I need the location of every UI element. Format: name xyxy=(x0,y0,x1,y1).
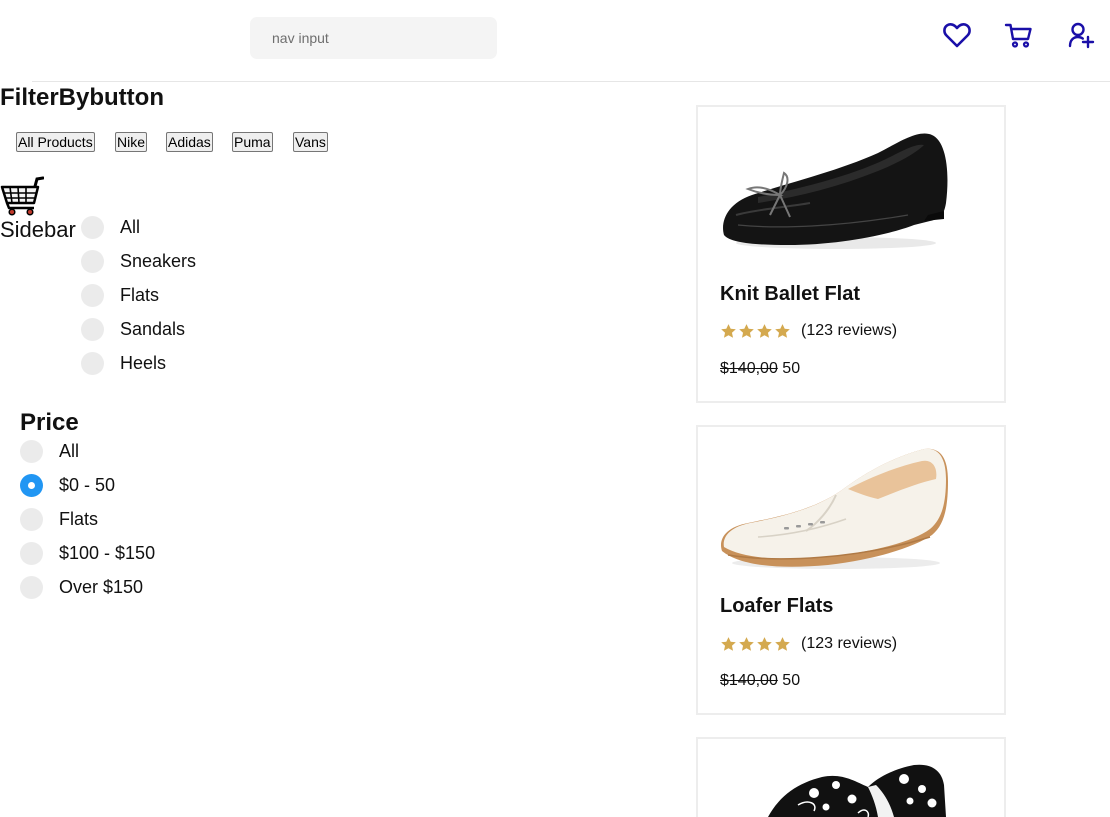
product-card[interactable] xyxy=(696,737,1006,817)
radio-button[interactable] xyxy=(20,542,43,565)
heart-icon[interactable] xyxy=(942,20,972,50)
product-title[interactable]: Knit Ballet Flat xyxy=(720,283,860,306)
price-title: Price xyxy=(20,409,79,436)
filter-by-button-title: FilterBybutton xyxy=(0,84,164,111)
product-reviews: (123 reviews) xyxy=(801,635,898,652)
brand-button-puma[interactable]: Puma xyxy=(232,132,273,152)
radio-button[interactable] xyxy=(81,318,104,341)
product-card[interactable]: Knit Ballet Flat (123 reviews) $140,00 5… xyxy=(696,105,1006,403)
radio-button[interactable] xyxy=(20,440,43,463)
star-icon xyxy=(721,324,736,338)
star-icon xyxy=(775,637,790,651)
product-title[interactable]: Loafer Flats xyxy=(720,595,833,618)
star-icon xyxy=(721,637,736,651)
radio-button[interactable] xyxy=(81,216,104,239)
nav-divider xyxy=(32,81,1110,82)
brand-button-nike[interactable]: Nike xyxy=(115,132,148,152)
radio-label: $100 - $150 xyxy=(59,543,156,563)
product-reviews: (123 reviews) xyxy=(801,322,898,339)
sidebar-label: Sidebar xyxy=(0,217,76,242)
product-price: $140,00 50 xyxy=(720,672,800,690)
cart-icon[interactable] xyxy=(1004,20,1034,50)
star-icon xyxy=(757,324,772,338)
product-old-price: $140,00 xyxy=(720,360,778,377)
product-old-price: $140,00 xyxy=(720,672,778,689)
product-image-black-ballet-flat xyxy=(718,123,950,263)
radio-label: Heels xyxy=(120,353,167,373)
radio-button[interactable] xyxy=(20,576,43,599)
top-nav xyxy=(0,0,1110,82)
radio-button[interactable] xyxy=(20,508,43,531)
brand-button-adidas[interactable]: Adidas xyxy=(166,132,213,152)
radio-label: $0 - 50 xyxy=(59,475,116,495)
radio-label: Sneakers xyxy=(120,251,197,271)
brand-button-all-products[interactable]: All Products xyxy=(16,132,95,152)
product-price: $140,00 50 xyxy=(720,360,800,378)
product-image-white-loafer-flat xyxy=(718,439,950,579)
radio-label: Flats xyxy=(59,509,99,529)
radio-label: All xyxy=(59,441,80,461)
nav-search-input[interactable] xyxy=(250,17,497,59)
product-new-price: 50 xyxy=(782,672,801,689)
user-add-icon[interactable] xyxy=(1066,20,1096,50)
product-rating xyxy=(720,323,791,341)
radio-button[interactable] xyxy=(81,352,104,375)
radio-button[interactable] xyxy=(81,284,104,307)
radio-button[interactable] xyxy=(81,250,104,273)
star-icon xyxy=(775,324,790,338)
product-image-skull-print-slip-on xyxy=(718,755,950,817)
shopping-cart-icon xyxy=(0,176,45,216)
radio-button-checked[interactable] xyxy=(20,474,43,497)
radio-label: Over $150 xyxy=(59,577,144,597)
product-card[interactable]: Loafer Flats (123 reviews) $140,00 50 xyxy=(696,425,1006,715)
radio-label: Flats xyxy=(120,285,160,305)
product-new-price: 50 xyxy=(782,360,801,377)
radio-label: All xyxy=(120,217,141,237)
star-icon xyxy=(739,637,754,651)
star-icon xyxy=(739,324,754,338)
radio-label: Sandals xyxy=(120,319,186,339)
star-icon xyxy=(757,637,772,651)
product-rating xyxy=(720,636,791,654)
brand-button-vans[interactable]: Vans xyxy=(293,132,328,152)
